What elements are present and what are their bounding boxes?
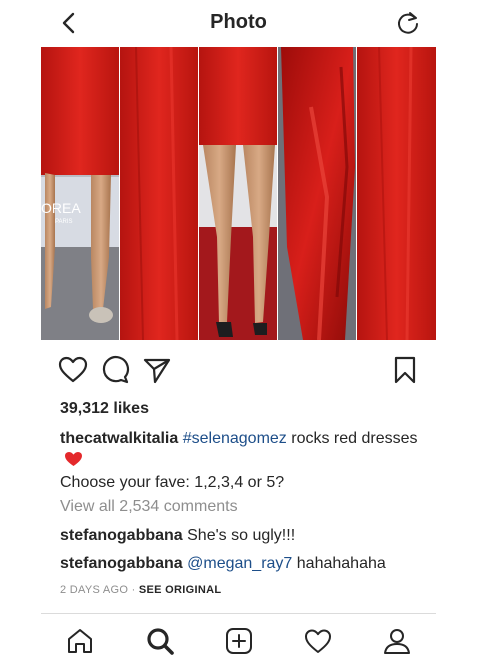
red-heart-emoji-icon xyxy=(65,451,82,467)
meta-separator: · xyxy=(128,584,139,596)
instagram-post-screen: Photo OREA PARIS 39,312 likes thecatwalk… xyxy=(41,0,436,669)
photo-panel-3 xyxy=(199,47,277,340)
likes-count[interactable]: 39,312 likes xyxy=(60,400,149,418)
see-original-link[interactable]: SEE ORIGINAL xyxy=(139,584,221,596)
comment-username[interactable]: stefanogabbana xyxy=(60,527,183,544)
comment-item: stefanogabbana She's so ugly!!! xyxy=(60,527,295,545)
comment-mention[interactable]: @megan_ray7 xyxy=(187,555,292,572)
refresh-icon[interactable] xyxy=(394,9,422,37)
photo-panel-5 xyxy=(357,47,436,340)
post-actions xyxy=(41,350,436,390)
comment-text: hahahahaha xyxy=(292,555,386,572)
bottom-tab-bar xyxy=(41,613,436,670)
view-all-comments-link[interactable]: View all 2,534 comments xyxy=(60,498,238,516)
bookmark-icon[interactable] xyxy=(389,354,421,386)
comment-text: She's so ugly!!! xyxy=(182,527,296,544)
post-meta: 2 DAYS AGO · SEE ORIGINAL xyxy=(60,584,221,596)
caption-username[interactable]: thecatwalkitalia xyxy=(60,430,178,447)
photo-panel-1: OREA PARIS xyxy=(41,47,119,340)
heart-icon[interactable] xyxy=(57,354,89,386)
share-icon[interactable] xyxy=(141,354,173,386)
search-icon[interactable] xyxy=(145,626,175,656)
photo-panel-4 xyxy=(278,47,356,340)
new-post-icon[interactable] xyxy=(224,626,254,656)
comment-username[interactable]: stefanogabbana xyxy=(60,555,183,572)
page-title: Photo xyxy=(210,11,267,33)
watermark-text: OREA xyxy=(41,200,81,216)
comment-icon[interactable] xyxy=(99,354,131,386)
post-timestamp: 2 DAYS AGO xyxy=(60,584,129,596)
photo-collage: OREA PARIS xyxy=(41,47,436,340)
top-bar: Photo xyxy=(41,0,436,48)
profile-icon[interactable] xyxy=(382,626,412,656)
photo-panel-2 xyxy=(120,47,198,340)
home-icon[interactable] xyxy=(65,626,95,656)
post-caption: thecatwalkitalia #selenagomez rocks red … xyxy=(60,428,420,494)
comment-item: stefanogabbana @megan_ray7 hahahahaha xyxy=(60,555,386,573)
activity-heart-icon[interactable] xyxy=(303,626,333,656)
caption-question: Choose your fave: 1,2,3,4 or 5? xyxy=(60,474,285,491)
post-photo[interactable]: OREA PARIS xyxy=(41,47,436,340)
caption-hashtag[interactable]: #selenagomez xyxy=(183,430,287,447)
caption-text: rocks red dresses xyxy=(286,430,418,447)
watermark-sub: PARIS xyxy=(55,219,73,225)
